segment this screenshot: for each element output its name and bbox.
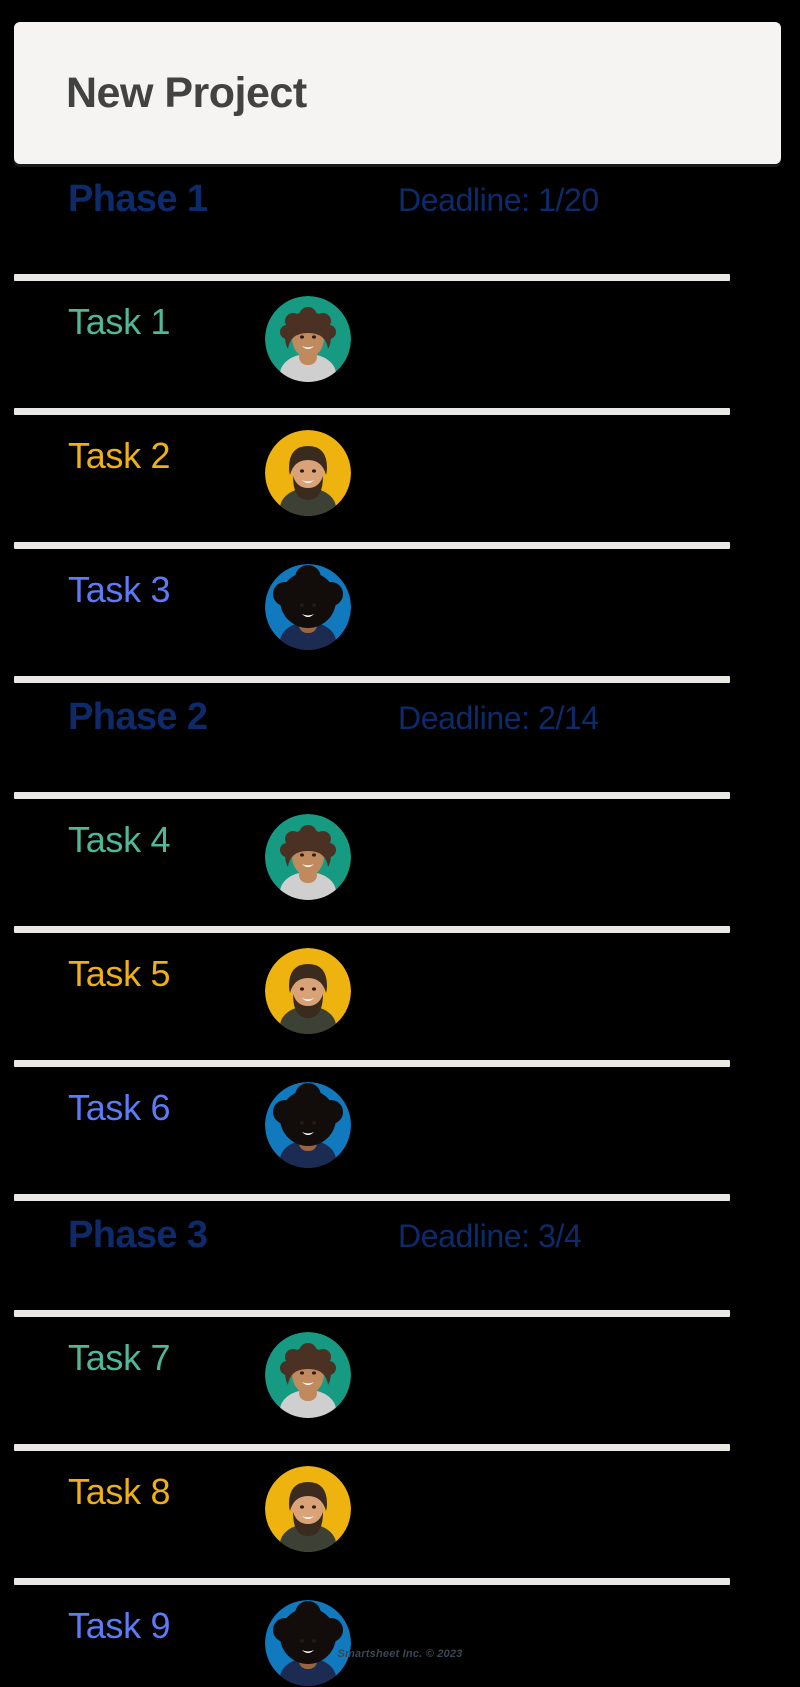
phase-header-row: Phase 3 Deadline: 3/4 [0,1216,800,1288]
task-row[interactable]: Task 4 [0,814,800,904]
task-row[interactable]: Task 7 [0,1332,800,1422]
task-row[interactable]: Task 8 [0,1466,800,1556]
assignee-avatar[interactable] [265,948,351,1034]
task-row[interactable]: Task 2 [0,430,800,520]
copyright-note: Smartsheet Inc. © 2023 [337,1648,463,1660]
row-divider [14,274,730,281]
row-divider [14,1194,730,1201]
task-row[interactable]: Task 9 [0,1600,800,1687]
task-row[interactable]: Task 5 [0,948,800,1038]
assignee-avatar[interactable] [265,430,351,516]
row-divider [14,408,730,415]
assignee-avatar[interactable] [265,564,351,650]
phase-name: Phase 1 [68,178,208,220]
phase-name: Phase 2 [68,696,208,738]
assignee-avatar[interactable] [265,814,351,900]
task-row[interactable]: Task 3 [0,564,800,654]
task-name: Task 1 [68,301,171,342]
row-divider [14,1060,730,1067]
task-name: Task 4 [68,819,171,860]
assignee-avatar[interactable] [265,1332,351,1418]
phase-name: Phase 3 [68,1214,208,1256]
task-name: Task 6 [68,1087,171,1128]
task-row[interactable]: Task 6 [0,1082,800,1172]
task-name: Task 5 [68,953,171,994]
project-timeline-page: New Project Phase 1 Deadline: 1/20 Task 1 T… [0,0,800,1687]
row-divider [14,1444,730,1451]
task-name: Task 8 [68,1471,171,1512]
assignee-avatar[interactable] [265,1600,351,1686]
project-header-card: New Project [14,22,781,164]
task-row[interactable]: Task 1 [0,296,800,386]
task-name: Task 2 [68,435,171,476]
assignee-avatar[interactable] [265,1082,351,1168]
phase-deadline: Deadline: 2/14 [398,700,599,736]
row-divider [14,926,730,933]
phase-header-row: Phase 1 Deadline: 1/20 [0,180,800,252]
task-name: Task 9 [68,1605,171,1646]
row-divider [14,676,730,683]
row-divider [14,792,730,799]
assignee-avatar[interactable] [265,1466,351,1552]
row-divider [14,542,730,549]
phase-header-row: Phase 2 Deadline: 2/14 [0,698,800,770]
page-title: New Project [66,69,307,117]
task-name: Task 7 [68,1337,171,1378]
phase-deadline: Deadline: 3/4 [398,1218,582,1254]
phase-deadline: Deadline: 1/20 [398,182,599,218]
row-divider [14,1578,730,1585]
row-divider [14,1310,730,1317]
task-name: Task 3 [68,569,171,610]
assignee-avatar[interactable] [265,296,351,382]
